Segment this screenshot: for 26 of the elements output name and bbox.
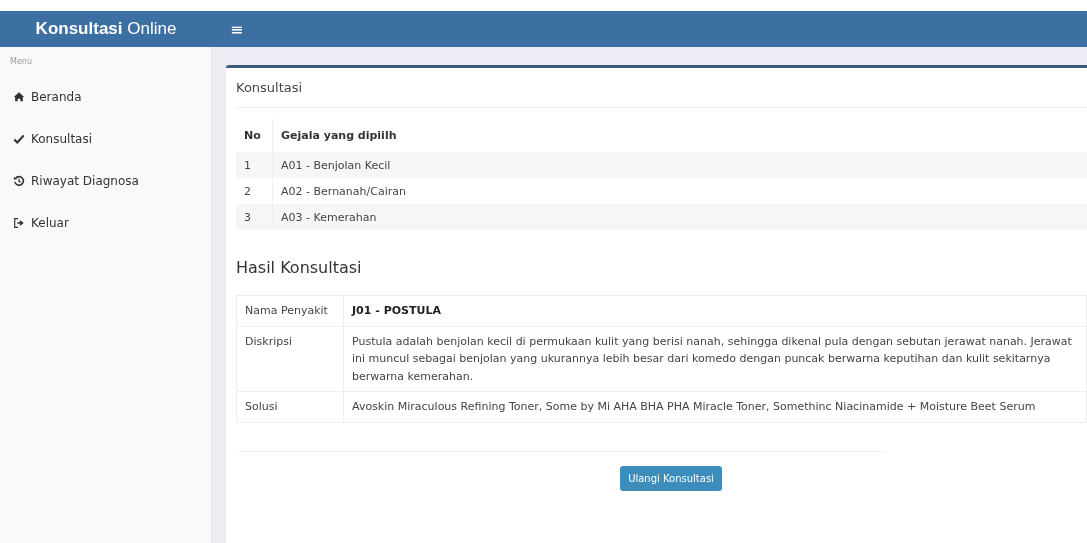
sidebar-link[interactable]: Konsultasi — [31, 132, 93, 146]
table-cell: A02 - Bernanah/Cairan — [272, 178, 1087, 204]
table-cell: A03 - Kemerahan — [272, 204, 1087, 230]
sidebar-link[interactable]: Keluar — [31, 216, 69, 230]
column-header: Gejala yang dipiilh — [272, 118, 1087, 152]
card-title: Konsultasi — [236, 79, 303, 97]
retry-button[interactable]: Ulangi Konsultasi — [620, 465, 722, 491]
table-cell: A01 - Benjolan Kecil — [272, 152, 1087, 178]
table-cell: Diskripsi — [236, 326, 344, 392]
table-cell: 1 — [236, 152, 273, 178]
history-icon — [13, 175, 25, 187]
table-cell: Nama Penyakit — [236, 295, 344, 327]
table-cell: Solusi — [236, 391, 344, 423]
table-cell: Pustula adalah benjolan kecil di permukaan kulit yang berisi nanah, sehingga dikenal pula dengan sebutan jerawat nanah. Jerawat ini muncul sebagai benjolan yang ukurannya lebih besar dari komedo dengan puncak berwarna keputihan dan kulit sekitarnya berwarna kemerahan. — [343, 326, 1087, 392]
menu-heading: Menu — [9, 57, 33, 66]
section-title: Hasil Konsultasi — [236, 257, 362, 279]
table-cell: 3 — [236, 204, 273, 230]
brand-title: Konsultasi Online — [34, 19, 178, 39]
sidebar-link[interactable]: Beranda — [31, 90, 82, 104]
home-icon — [13, 91, 25, 103]
menu-toggle-button[interactable]: ≡ — [226, 19, 248, 39]
table-cell: J01 - POSTULA — [343, 295, 1087, 327]
check-icon — [13, 133, 25, 145]
sidebar-link[interactable]: Riwayat Diagnosa — [31, 174, 139, 188]
logout-icon — [13, 217, 25, 229]
table-cell: Avoskin Miraculous Refining Toner, Some by Mi AHA BHA PHA Miracle Toner, Somethinc Niacinamide + Moisture Beet Serum — [343, 391, 1087, 423]
